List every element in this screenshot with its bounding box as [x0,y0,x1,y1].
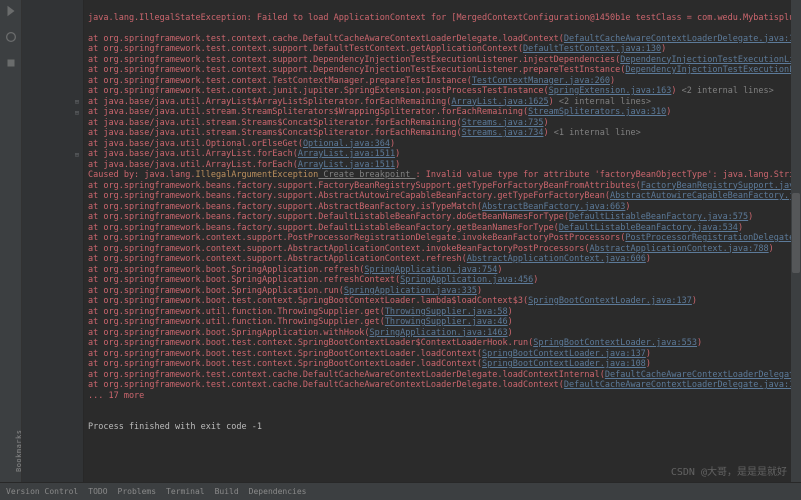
source-link[interactable]: SpringApplication.java:1463 [369,328,507,338]
folded-lines[interactable]: <1 internal line> [554,128,641,138]
source-link[interactable]: SpringApplication.java:335 [344,286,477,296]
more-frames: ... 17 more [88,391,787,402]
source-link[interactable]: StreamSpliterators.java:310 [528,107,666,117]
fold-icon[interactable]: ⊞ [75,98,79,106]
source-link[interactable]: SpringBootContextLoader.java:137 [482,349,646,359]
tab-build[interactable]: Build [215,487,239,496]
source-link[interactable]: DefaultCacheAwareContextLoaderDelegate.j… [605,370,791,380]
source-link[interactable]: SpringBootContextLoader.java:108 [482,359,646,369]
source-link[interactable]: AbstractAutowireCapableBeanFactory.java:… [610,191,791,201]
fold-icon[interactable]: ⊞ [75,151,79,159]
source-link[interactable]: PostProcessorRegistrationDelegate.java:1… [625,233,791,243]
source-link[interactable]: Streams.java:735 [462,118,544,128]
source-link[interactable]: ThrowingSupplier.java:46 [385,317,508,327]
source-link[interactable]: AbstractApplicationContext.java:606 [467,254,646,264]
debug-icon[interactable] [4,30,18,44]
source-link[interactable]: Optional.java:364 [303,139,390,149]
source-link[interactable]: DependencyInjectionTestExecutionListener… [625,65,791,75]
source-link[interactable]: DefaultCacheAwareContextLoaderDelegate.j… [564,380,791,390]
source-link[interactable]: ArrayList.java:1511 [298,149,395,159]
source-link[interactable]: ThrowingSupplier.java:58 [385,307,508,317]
watermark: CSDN @大哥，是是是就好 [671,463,787,478]
folded-lines[interactable]: <2 internal lines> [682,86,774,96]
source-link[interactable]: ArrayList.java:1625 [451,97,548,107]
status-bar: Version Control TODO Problems Terminal B… [0,482,801,500]
source-link[interactable]: SpringApplication.java:754 [364,265,497,275]
source-link[interactable]: TestContextManager.java:260 [472,76,610,86]
create-breakpoint-link[interactable]: Create breakpoint [318,170,415,180]
exception-header: java.lang.IllegalStateException: Failed … [88,13,787,24]
run-icon[interactable] [4,4,18,18]
source-link[interactable]: SpringBootContextLoader.java:137 [528,296,692,306]
scrollbar-thumb[interactable] [792,193,800,273]
tool-window-bar [0,0,22,482]
source-link[interactable]: SpringApplication.java:456 [400,275,533,285]
source-link[interactable]: DependencyInjectionTestExecutionListener… [620,55,791,65]
source-link[interactable]: DefaultTestContext.java:130 [523,44,661,54]
stop-icon[interactable] [4,56,18,70]
source-link[interactable]: DefaultCacheAwareContextLoaderDelegate.j… [564,34,791,44]
source-link[interactable]: SpringBootContextLoader.java:553 [533,338,697,348]
source-link[interactable]: FactoryBeanRegistrySupport.java:86 [641,181,791,191]
fold-icon[interactable]: ⊞ [75,109,79,117]
source-link[interactable]: DefaultListableBeanFactory.java:575 [569,212,748,222]
tab-terminal[interactable]: Terminal [166,487,205,496]
source-link[interactable]: AbstractBeanFactory.java:663 [482,202,625,212]
source-link[interactable]: Streams.java:734 [462,128,544,138]
source-link[interactable]: AbstractApplicationContext.java:788 [590,244,769,254]
source-link[interactable]: ArrayList.java:1511 [298,160,395,170]
tab-problems[interactable]: Problems [118,487,157,496]
exception-class[interactable]: IllegalArgumentException [195,170,318,180]
console-gutter: ⊞ ⊞ ⊞ [22,0,84,482]
tab-dependencies[interactable]: Dependencies [249,487,307,496]
folded-lines[interactable]: <2 internal lines> [559,97,651,107]
vertical-scrollbar[interactable] [791,0,801,482]
source-link[interactable]: SpringExtension.java:163 [549,86,672,96]
exit-code: Process finished with exit code -1 [88,422,787,433]
tab-todo[interactable]: TODO [88,487,107,496]
source-link[interactable]: DefaultListableBeanFactory.java:534 [559,223,738,233]
console-output: java.lang.IllegalStateException: Failed … [84,0,791,482]
tab-version-control[interactable]: Version Control [6,487,78,496]
